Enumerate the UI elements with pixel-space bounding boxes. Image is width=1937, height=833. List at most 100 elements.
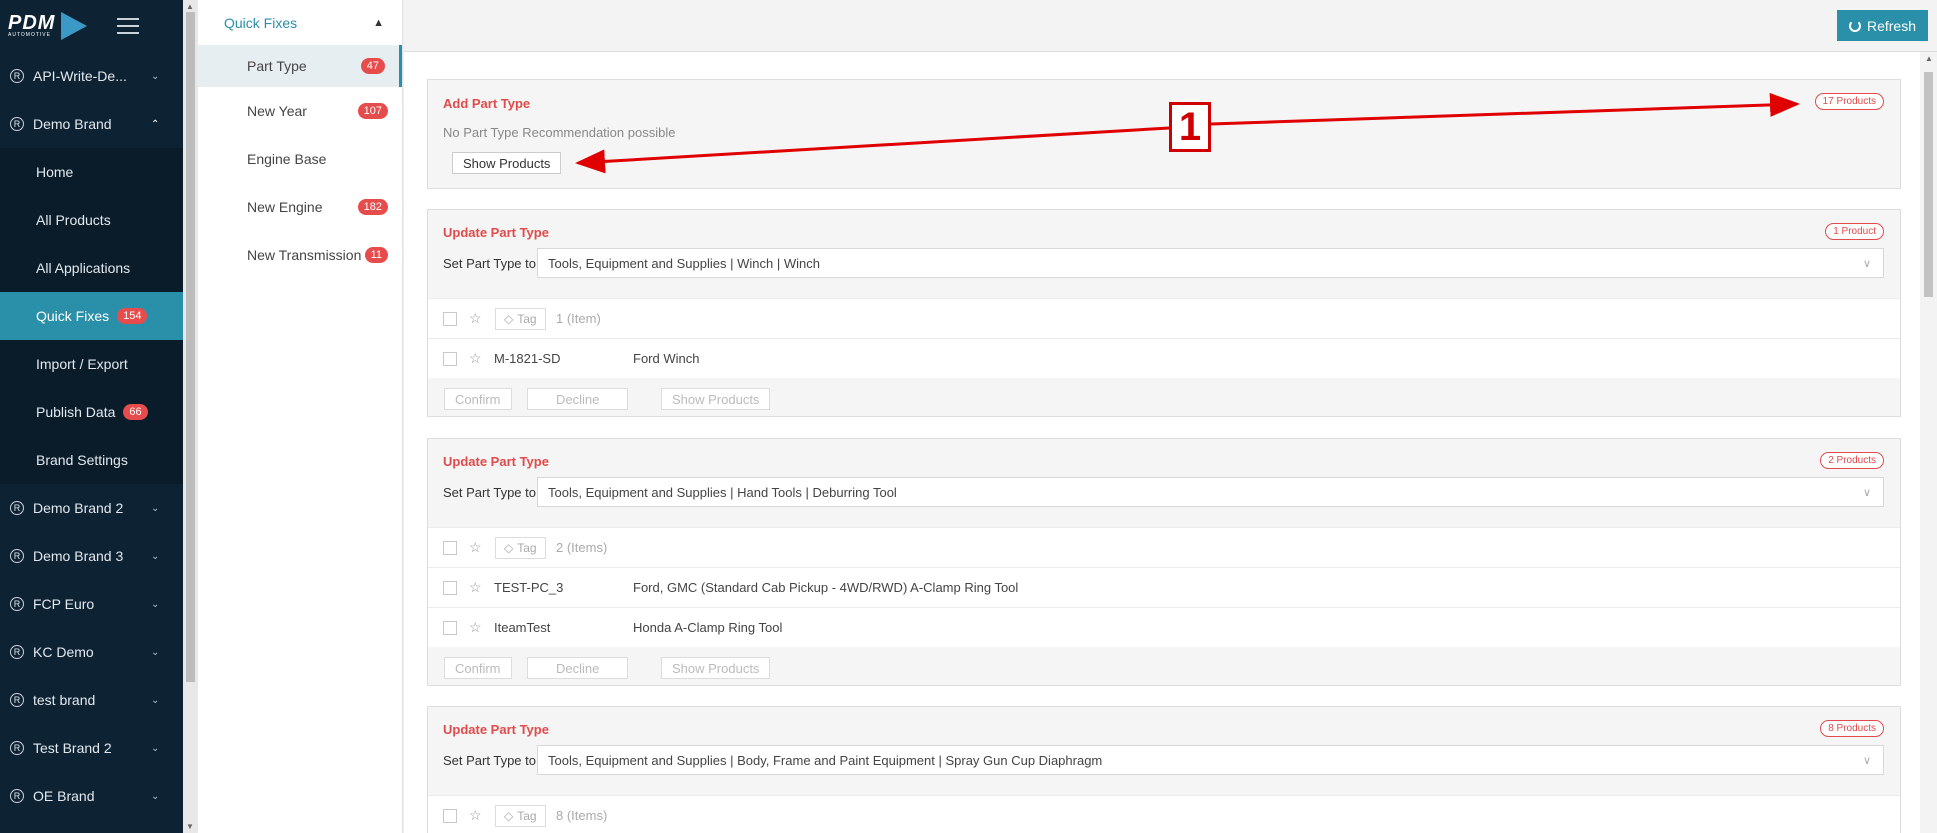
decline-button[interactable]: Decline [527, 388, 629, 410]
part-type-select[interactable]: Tools, Equipment and Supplies | Hand Too… [537, 477, 1884, 507]
card-title: Add Part Type [443, 96, 531, 111]
decline-button[interactable]: Decline [527, 657, 629, 679]
row-checkbox[interactable] [443, 620, 457, 635]
refresh-button[interactable]: Refresh [1836, 10, 1928, 41]
tag-label: Tag [517, 311, 537, 326]
part-type-select[interactable]: Tools, Equipment and Supplies | Body, Fr… [537, 745, 1884, 775]
sidebar-item-publish-data[interactable]: Publish Data 66 [0, 388, 183, 436]
tag-label: Tag [517, 540, 537, 555]
count-badge: 182 [357, 199, 388, 215]
chevron-down-icon: ⌄ [151, 790, 160, 802]
logo[interactable]: PDM AUTOMOTIVE [8, 13, 55, 38]
registered-icon: R [10, 741, 24, 755]
sidebar-item-label: All Applications [36, 260, 131, 276]
scroll-down-icon[interactable]: ▼ [186, 822, 194, 831]
row-checkbox[interactable] [443, 351, 457, 366]
select-all-checkbox[interactable] [443, 540, 457, 555]
sidebar-scrollbar[interactable]: ▲ ▼ [183, 0, 198, 833]
main-scrollbar[interactable]: ▲ [1920, 52, 1937, 833]
chevron-down-icon: ⌄ [151, 646, 160, 658]
registered-icon: R [10, 645, 24, 659]
select-all-checkbox[interactable] [443, 808, 457, 823]
update-part-type-card: Update Part Type 2 Products Set Part Typ… [427, 438, 1901, 686]
part-type-select[interactable]: Tools, Equipment and Supplies | Winch | … [537, 248, 1884, 278]
registered-icon: R [10, 501, 24, 515]
star-icon[interactable]: ☆ [469, 807, 482, 824]
sidebar-item-fcp-euro[interactable]: R FCP Euro ⌄ [0, 580, 183, 628]
menu-toggle-icon[interactable] [117, 18, 140, 34]
sidebar-item-label: FCP Euro [33, 596, 95, 612]
quick-fix-new-year[interactable]: New Year 107 [198, 87, 402, 135]
row-description: Ford Winch [633, 351, 700, 366]
quick-fix-engine-base[interactable]: Engine Base [198, 135, 402, 183]
quick-fix-new-engine[interactable]: New Engine 182 [198, 183, 402, 231]
scroll-up-icon[interactable]: ▲ [186, 2, 194, 11]
sidebar-item-all-applications[interactable]: All Applications [0, 244, 183, 292]
show-products-button[interactable]: Show Products [661, 388, 771, 410]
star-icon[interactable]: ☆ [469, 579, 482, 596]
chevron-down-icon: ⌄ [151, 694, 160, 706]
sidebar-item-label: Home [36, 164, 74, 180]
tag-button[interactable]: ◇ Tag [495, 307, 546, 330]
items-count: 2 (Items) [556, 540, 608, 555]
sidebar-item-label: Brand Settings [36, 452, 128, 468]
sidebar-item-demo-brand-2[interactable]: R Demo Brand 2 ⌄ [0, 484, 183, 532]
sidebar-item-demo-brand[interactable]: R Demo Brand ⌃ [0, 100, 183, 148]
sidebar-item-all-products[interactable]: All Products [0, 196, 183, 244]
table-row: ☆ M-1821-SD Ford Winch [428, 338, 1900, 378]
sidebar-item-brand-settings[interactable]: Brand Settings [0, 436, 183, 484]
row-sku[interactable]: IteamTest [494, 620, 550, 635]
chevron-down-icon: ∨ [1862, 486, 1871, 499]
row-checkbox[interactable] [443, 580, 457, 595]
tag-button[interactable]: ◇ Tag [495, 536, 546, 559]
confirm-button[interactable]: Confirm [444, 657, 512, 679]
select-all-row: ☆ ◇ Tag 2 (Items) [428, 527, 1900, 567]
sidebar-item-home[interactable]: Home [0, 148, 183, 196]
main-content: Add Part Type No Part Type Recommendatio… [404, 52, 1920, 833]
quick-fixes-header[interactable]: Quick Fixes ▲ [198, 0, 402, 45]
star-icon[interactable]: ☆ [469, 539, 482, 556]
sidebar-item-label: Publish Data [36, 404, 116, 420]
part-type-select-value: Tools, Equipment and Supplies | Hand Too… [548, 484, 897, 500]
row-sku[interactable]: TEST-PC_3 [494, 580, 563, 595]
show-products-button[interactable]: Show Products [661, 657, 771, 679]
quick-fix-label: New Engine [247, 199, 323, 215]
confirm-button[interactable]: Confirm [444, 388, 512, 410]
sidebar-item-label: Demo Brand 2 [33, 500, 124, 516]
sidebar-item-test-brand-2[interactable]: R Test Brand 2 ⌄ [0, 724, 183, 772]
products-count-pill: 17 Products [1814, 93, 1884, 110]
sidebar-item-oe-brand[interactable]: R OE Brand ⌄ [0, 772, 183, 820]
quick-fixes-title: Quick Fixes [224, 14, 298, 31]
tag-icon: ◇ [504, 311, 514, 326]
sidebar-item-test-brand[interactable]: R test brand ⌄ [0, 676, 183, 724]
products-count-pill: 1 Product [1825, 223, 1884, 240]
tag-icon: ◇ [504, 808, 514, 823]
chevron-up-icon: ⌃ [151, 118, 160, 130]
row-sku[interactable]: M-1821-SD [494, 351, 560, 366]
chevron-down-icon: ⌄ [151, 550, 160, 562]
scrollbar-thumb[interactable] [186, 12, 195, 682]
count-badge: 107 [357, 103, 388, 119]
sidebar-item-quick-fixes[interactable]: Quick Fixes 154 [0, 292, 183, 340]
scrollbar-thumb[interactable] [1924, 72, 1933, 297]
chevron-down-icon: ⌄ [151, 742, 160, 754]
quick-fix-part-type[interactable]: Part Type 47 [198, 45, 402, 87]
sidebar-item-import-export[interactable]: Import / Export [0, 340, 183, 388]
star-icon[interactable]: ☆ [469, 619, 482, 636]
star-icon[interactable]: ☆ [469, 310, 482, 327]
sidebar-item-api-write[interactable]: R API-Write-De... ⌄ [0, 52, 183, 100]
quick-fix-new-transmission[interactable]: New Transmission 11 [198, 231, 402, 279]
count-badge: 66 [123, 404, 148, 420]
show-products-button[interactable]: Show Products [452, 152, 562, 174]
sidebar-item-label: Quick Fixes [36, 308, 110, 324]
tag-button[interactable]: ◇ Tag [495, 804, 546, 827]
scroll-up-icon[interactable]: ▲ [1925, 54, 1933, 63]
sidebar-item-demo-brand-3[interactable]: R Demo Brand 3 ⌄ [0, 532, 183, 580]
select-all-checkbox[interactable] [443, 311, 457, 326]
registered-icon: R [10, 597, 24, 611]
star-icon[interactable]: ☆ [469, 350, 482, 367]
refresh-label: Refresh [1866, 17, 1916, 34]
sidebar-item-label: Test Brand 2 [33, 740, 112, 756]
sidebar-item-kc-demo[interactable]: R KC Demo ⌄ [0, 628, 183, 676]
quick-fix-label: New Transmission [247, 247, 362, 263]
